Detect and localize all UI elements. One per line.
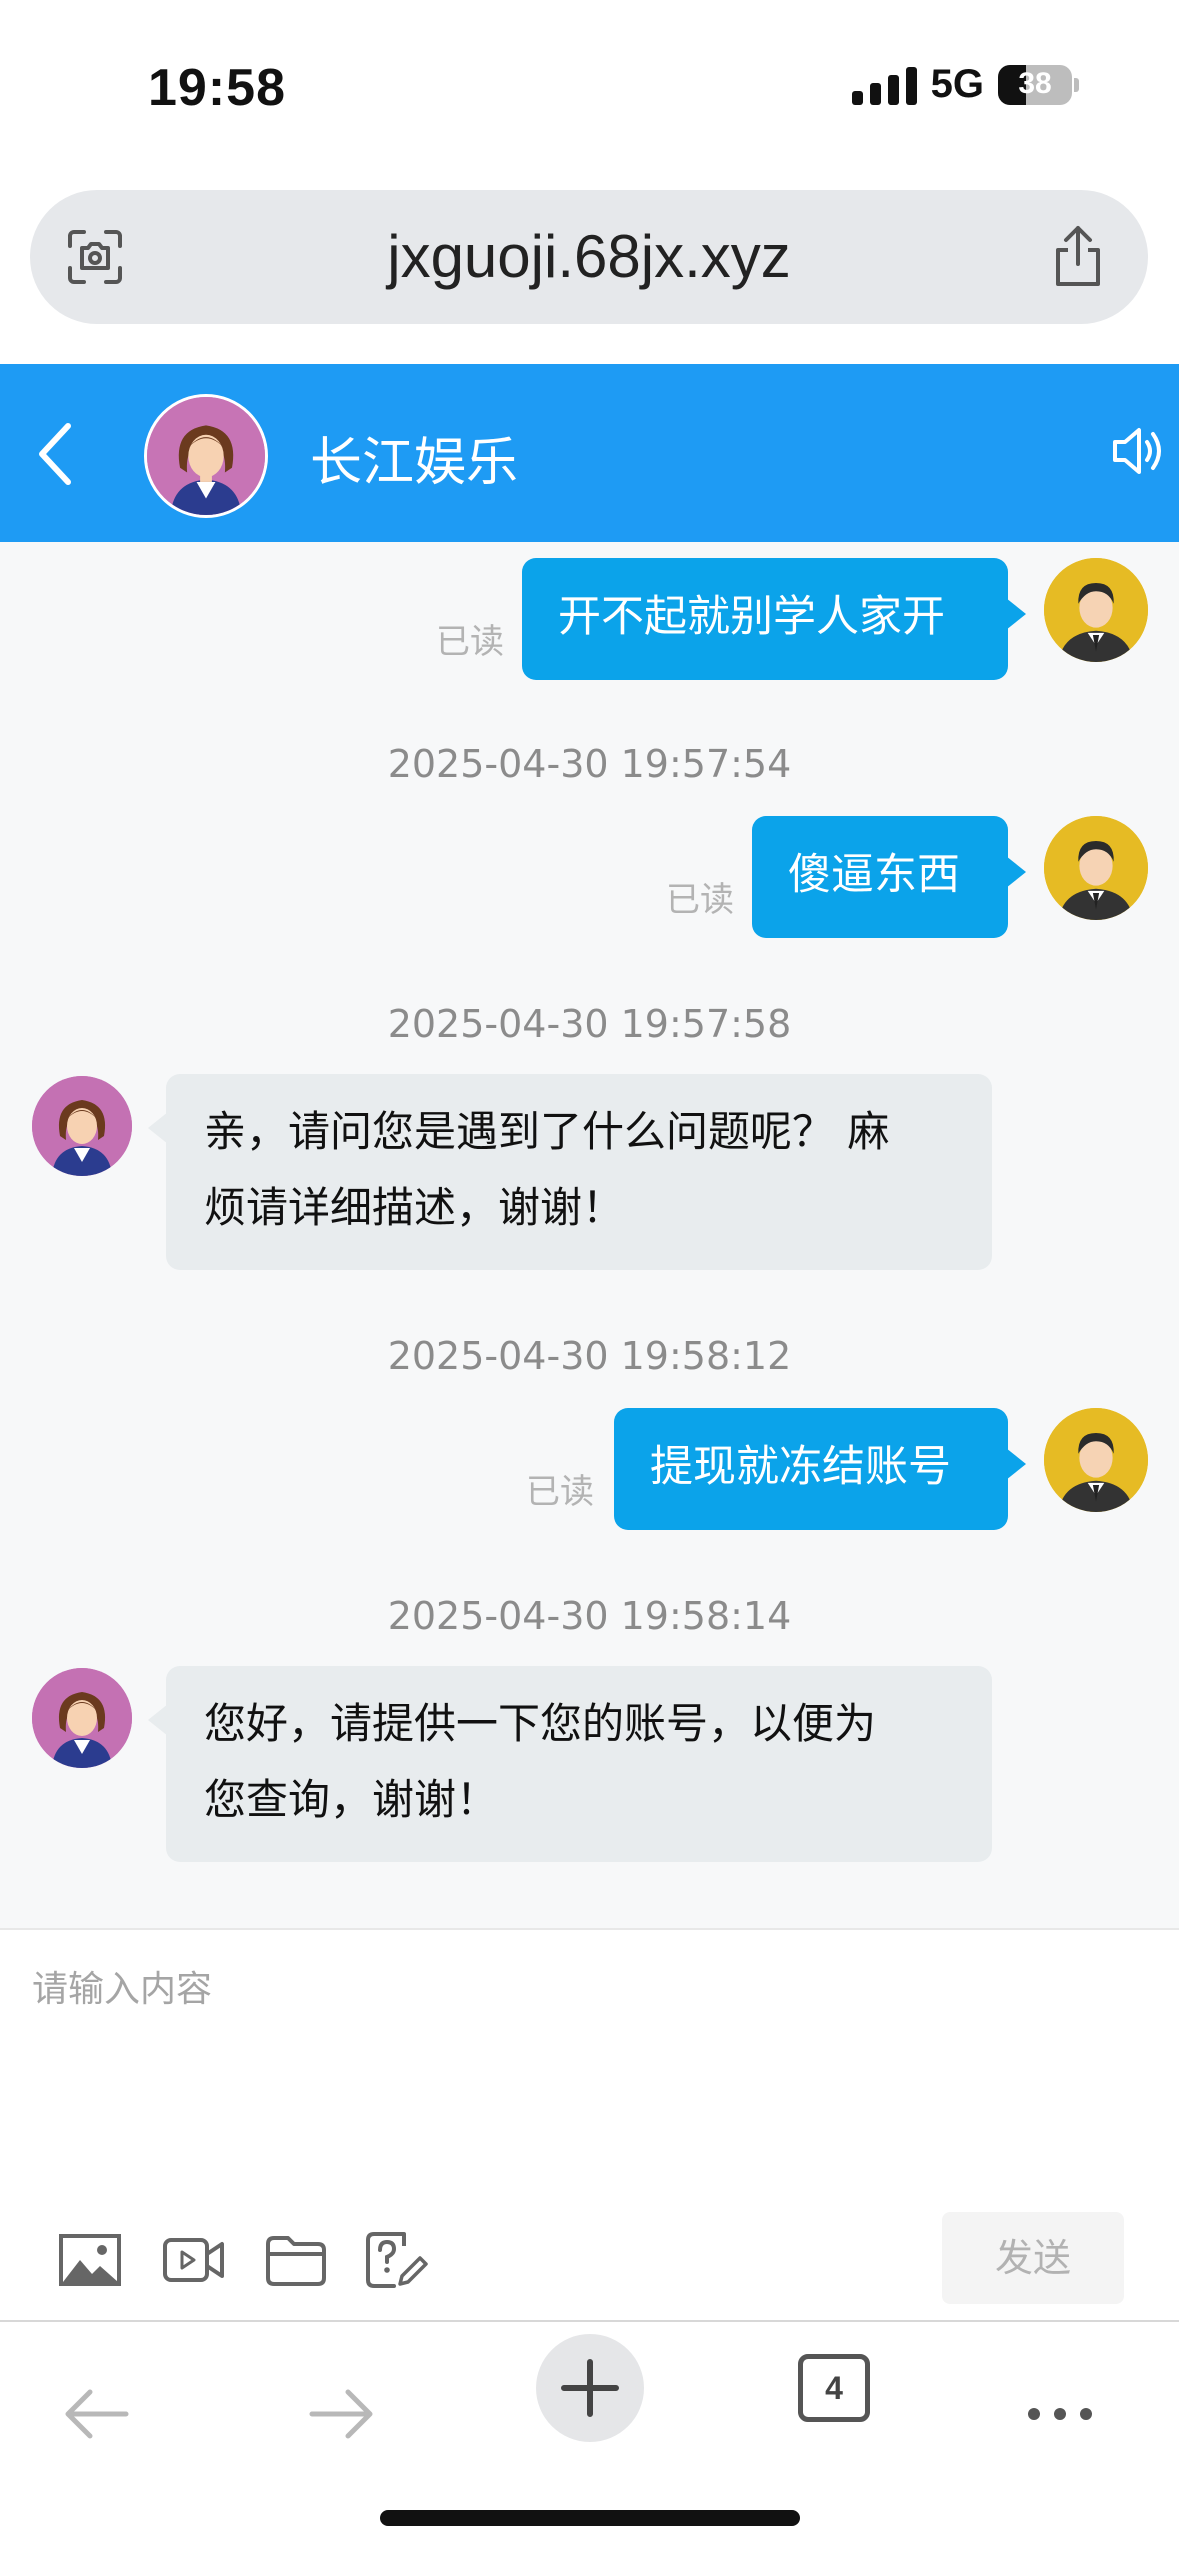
- message-timestamp: 2025-04-30 19:57:54: [387, 742, 792, 786]
- outgoing-message: 傻逼东西: [752, 816, 1026, 938]
- message-line: 烦请详细描述，谢谢！: [204, 1183, 625, 1232]
- speaker-icon[interactable]: [1109, 416, 1169, 486]
- video-icon[interactable]: [162, 2230, 226, 2290]
- network-type: 5G: [930, 62, 984, 106]
- signal-icon: [851, 65, 917, 105]
- message-timestamp: 2025-04-30 19:57:58: [387, 1002, 792, 1046]
- message-line: 您查询，谢谢！: [204, 1775, 499, 1824]
- battery-icon: 38: [998, 64, 1072, 105]
- new-tab-button[interactable]: [536, 2334, 644, 2442]
- incoming-message: 您好，请提供一下您的账号，以便为 您查询，谢谢！: [148, 1666, 992, 1862]
- agent-avatar: [144, 394, 268, 518]
- agent-avatar: [32, 1668, 132, 1768]
- send-button[interactable]: 发送: [942, 2212, 1124, 2304]
- read-status: 已读: [526, 1472, 594, 1512]
- address-bar[interactable]: jxguoji.68jx.xyz: [30, 190, 1148, 324]
- chat-header: 长江娱乐: [0, 364, 1179, 542]
- outgoing-message: 提现就冻结账号: [614, 1408, 1026, 1530]
- tabs-button[interactable]: 4: [798, 2354, 870, 2422]
- url-text: jxguoji.68jx.xyz: [387, 223, 791, 290]
- user-avatar: [1044, 1408, 1148, 1512]
- message-line: 亲，请问您是遇到了什么问题呢？ 麻: [204, 1107, 890, 1156]
- plus-icon: [561, 2359, 619, 2417]
- read-status: 已读: [666, 880, 734, 920]
- outgoing-message: 开不起就别学人家开: [522, 558, 1026, 680]
- message-input[interactable]: 请输入内容: [32, 1960, 212, 2012]
- share-icon[interactable]: [1050, 224, 1106, 288]
- user-avatar: [1044, 816, 1148, 920]
- forward-arrow-icon[interactable]: [306, 2384, 378, 2444]
- image-icon[interactable]: [58, 2230, 122, 2290]
- message-timestamp: 2025-04-30 19:58:14: [387, 1594, 792, 1638]
- more-icon[interactable]: [1024, 2404, 1096, 2424]
- agent-avatar: [32, 1076, 132, 1176]
- folder-icon[interactable]: [264, 2230, 328, 2290]
- feedback-icon[interactable]: [364, 2230, 428, 2290]
- read-status: 已读: [436, 622, 504, 662]
- message-list[interactable]: 已读 开不起就别学人家开 2025-04-30 19:57:54 已读 傻逼东西…: [0, 542, 1179, 1928]
- back-arrow-icon[interactable]: [60, 2384, 132, 2444]
- chat-title: 长江娱乐: [310, 433, 519, 493]
- user-avatar: [1044, 558, 1148, 662]
- incoming-message: 亲，请问您是遇到了什么问题呢？ 麻 烦请详细描述，谢谢！: [148, 1074, 992, 1270]
- home-indicator: [380, 2510, 800, 2526]
- composer: 请输入内容 发送: [0, 1928, 1179, 2322]
- message-line: 您好，请提供一下您的账号，以便为: [204, 1699, 877, 1748]
- back-icon[interactable]: [24, 404, 94, 504]
- battery-level: 38: [1018, 66, 1052, 100]
- status-time: 19:58: [148, 59, 286, 117]
- message-timestamp: 2025-04-30 19:58:12: [387, 1334, 792, 1378]
